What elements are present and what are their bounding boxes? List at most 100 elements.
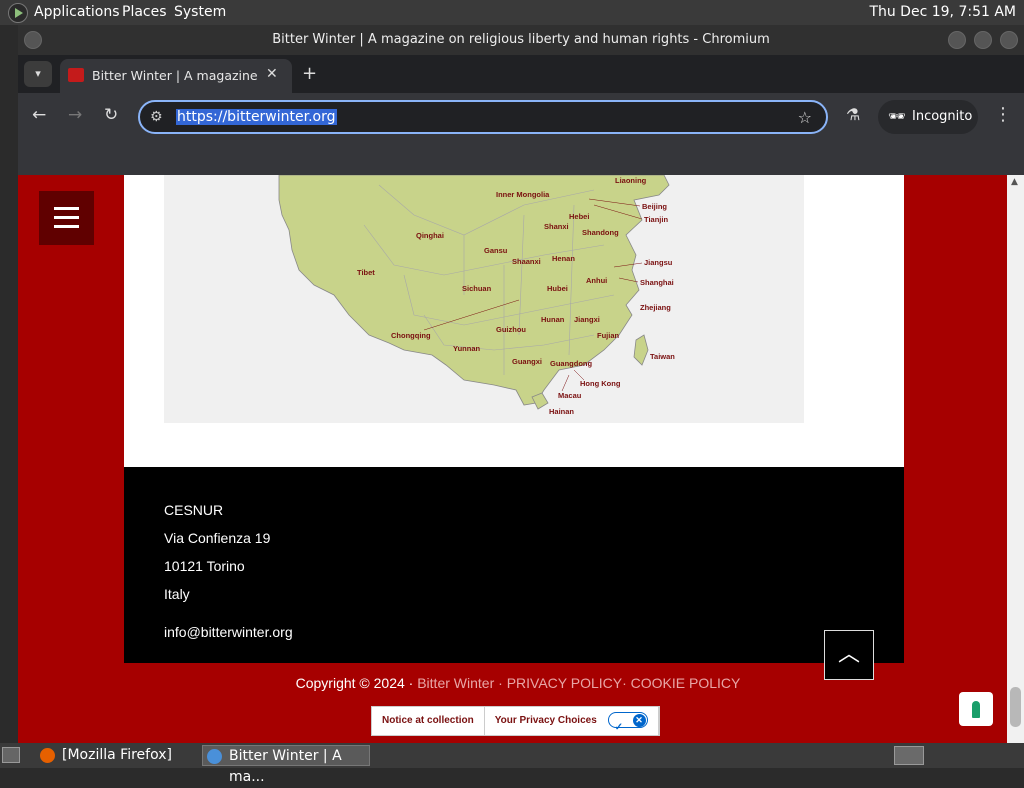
chromium-icon (207, 749, 222, 764)
hamburger-menu-button[interactable] (39, 191, 94, 245)
browser-menu-icon[interactable]: ⋮ (994, 104, 1012, 125)
accessibility-keyhole-icon[interactable] (959, 692, 993, 726)
privacy-bar: Notice at collection Your Privacy Choice… (371, 706, 660, 736)
page-viewport: Liaoning Inner Mongolia Beijing Tianjin … (18, 175, 1007, 743)
privacy-choices-label: Your Privacy Choices (494, 715, 597, 726)
tab-strip: ▾ Bitter Winter | A magazine on religiou… (18, 55, 1024, 93)
map-label: Guangdong (550, 359, 592, 368)
map-label: Tibet (357, 268, 375, 277)
privacy-policy-link[interactable]: PRIVACY POLICY (507, 675, 622, 691)
taiwan-shape (633, 334, 649, 366)
map-svg: Liaoning Inner Mongolia Beijing Tianjin … (278, 175, 675, 416)
hamburger-line (54, 216, 79, 219)
taskbar-item-firefox[interactable]: [Mozilla Firefox] (36, 745, 182, 766)
privacy-choices-button[interactable]: Your Privacy Choices ✓ ✕ (485, 707, 659, 735)
map-label: Guizhou (496, 325, 526, 334)
privacy-toggle-icon: ✓ ✕ (607, 712, 648, 733)
china-provinces-map: Liaoning Inner Mongolia Beijing Tianjin … (164, 175, 804, 423)
tab-close-icon[interactable]: ✕ (266, 66, 278, 82)
window-menu-icon[interactable] (24, 31, 42, 49)
map-label: Liaoning (615, 176, 647, 185)
map-label: Anhui (586, 276, 607, 285)
footer-country: Italy (164, 586, 190, 602)
footer-street: Via Confienza 19 (164, 530, 271, 546)
map-label: Shanxi (544, 222, 569, 231)
map-label: Henan (552, 254, 575, 263)
distro-logo-icon[interactable] (8, 3, 28, 23)
taskbar-item-chromium[interactable]: Bitter Winter | A ma... (202, 745, 370, 785)
x-icon: ✕ (632, 714, 646, 728)
map-label: Sichuan (462, 284, 492, 293)
panel-clock[interactable]: Thu Dec 19, 7:51 AM (869, 4, 1016, 20)
map-label: Hunan (541, 315, 565, 324)
map-label: Jiangsu (644, 258, 673, 267)
reload-icon[interactable]: ↻ (104, 105, 118, 125)
map-label: Yunnan (453, 344, 481, 353)
site-footer: CESNUR Via Confienza 19 10121 Torino Ita… (124, 467, 904, 663)
system-menu[interactable]: System (174, 4, 226, 20)
tab-search-chevron-icon[interactable]: ▾ (24, 61, 52, 87)
window-titlebar[interactable]: Bitter Winter | A magazine on religious … (18, 25, 1024, 55)
forward-arrow-icon[interactable]: → (68, 105, 82, 125)
separator: · (622, 675, 627, 691)
bottom-taskbar: [Mozilla Firefox] Bitter Winter | A ma..… (0, 743, 1024, 785)
map-label: Zhejiang (640, 303, 671, 312)
map-label: Fujian (597, 331, 620, 340)
chevron-up-icon: ︿ (837, 642, 860, 667)
map-label: Gansu (484, 246, 508, 255)
minimize-icon[interactable] (948, 31, 966, 49)
cookie-policy-link[interactable]: COOKIE POLICY (631, 675, 741, 691)
map-label: Hubei (547, 284, 568, 293)
incognito-label: Incognito (912, 109, 973, 124)
notice-at-collection-button[interactable]: Notice at collection (372, 707, 485, 735)
copyright-line: Copyright © 2024 · Bitter Winter · PRIVA… (18, 675, 1007, 691)
map-label: Shanghai (640, 278, 674, 287)
content-area: Liaoning Inner Mongolia Beijing Tianjin … (124, 175, 904, 467)
tab-title: Bitter Winter | A magazine on religious … (92, 68, 262, 83)
applications-menu[interactable]: Applications (34, 4, 120, 20)
map-label: Qinghai (416, 231, 444, 240)
map-label: Shandong (582, 228, 619, 237)
hamburger-line (54, 207, 79, 210)
tab-bitter-winter[interactable]: Bitter Winter | A magazine on religious … (60, 59, 292, 93)
map-label: Jiangxi (574, 315, 600, 324)
back-to-top-button[interactable]: ︿ (824, 630, 874, 680)
site-settings-icon[interactable]: ⚙ (150, 109, 163, 125)
footer-city: 10121 Torino (164, 558, 245, 574)
browser-toolbar: ← → ↻ ⚙ https://bitterwinter.org ☆ ⚗ 🕶 I… (18, 93, 1024, 141)
bookmark-star-icon[interactable]: ☆ (798, 108, 812, 127)
browser-window: Bitter Winter | A magazine on religious … (18, 25, 1024, 743)
map-label: Tianjin (644, 215, 668, 224)
footer-email-link[interactable]: info@bitterwinter.org (164, 624, 293, 640)
bitter-winter-link[interactable]: Bitter Winter (417, 675, 494, 691)
incognito-button[interactable]: 🕶 Incognito (878, 100, 978, 134)
scroll-up-arrow-icon[interactable]: ▲ (1011, 177, 1018, 187)
tray-chromium-icon[interactable] (894, 746, 924, 765)
map-label: Chongqing (391, 331, 431, 340)
maximize-icon[interactable] (974, 31, 992, 49)
map-label: Hebei (569, 212, 589, 221)
labs-flask-icon[interactable]: ⚗ (846, 105, 860, 124)
address-bar[interactable]: ⚙ https://bitterwinter.org ☆ (138, 100, 828, 134)
incognito-icon: 🕶 (888, 109, 906, 125)
map-label: Beijing (642, 202, 667, 211)
new-tab-icon[interactable]: + (302, 63, 317, 84)
close-window-icon[interactable] (1000, 31, 1018, 49)
url-text[interactable]: https://bitterwinter.org (176, 109, 337, 125)
taskbar-chromium-label: Bitter Winter | A ma... (229, 748, 342, 785)
window-title: Bitter Winter | A magazine on religious … (272, 32, 770, 47)
check-icon: ✓ (614, 722, 623, 734)
map-label: Hong Kong (580, 379, 621, 388)
map-label: Shaanxi (512, 257, 541, 266)
show-desktop-icon[interactable] (2, 747, 20, 763)
map-label: Guangxi (512, 357, 542, 366)
map-label: Inner Mongolia (496, 190, 550, 199)
page-scrollbar[interactable]: ▲ (1007, 175, 1024, 743)
back-arrow-icon[interactable]: ← (32, 105, 46, 125)
top-panel: Applications Places System Thu Dec 19, 7… (0, 0, 1024, 25)
map-label: Macau (558, 391, 582, 400)
scrollbar-thumb[interactable] (1010, 687, 1021, 727)
firefox-icon (40, 748, 55, 763)
places-menu[interactable]: Places (122, 4, 167, 20)
copyright-text: Copyright © 2024 · (295, 675, 414, 691)
